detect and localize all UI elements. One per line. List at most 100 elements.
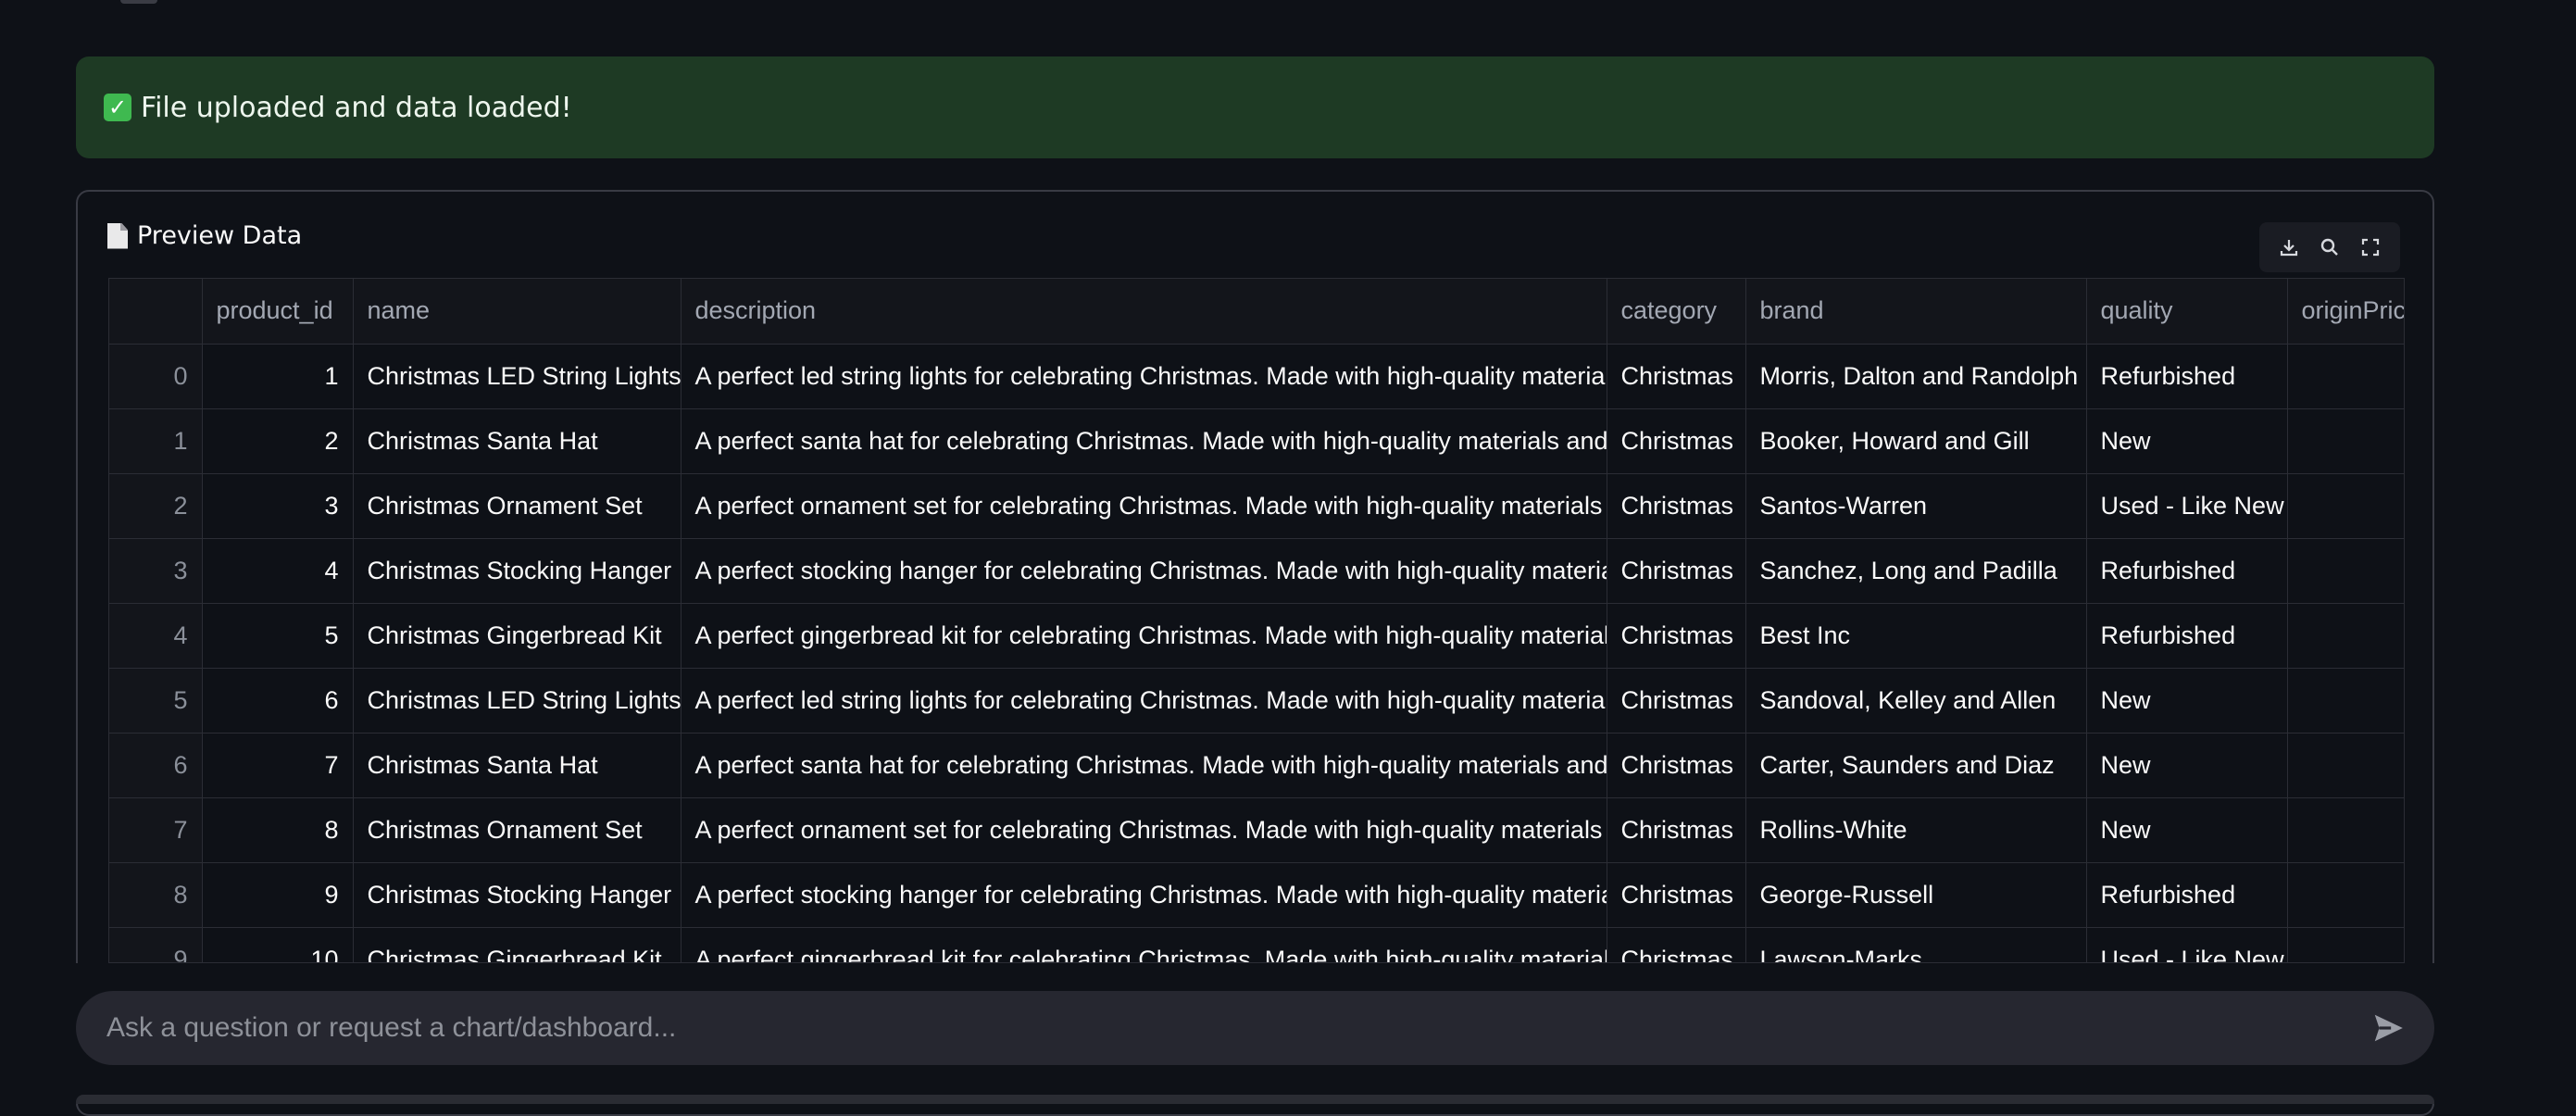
cell-name[interactable]: Christmas Santa Hat [353, 733, 682, 798]
cell-brand[interactable]: Sandoval, Kelley and Allen [1745, 668, 2087, 734]
cell-brand[interactable]: George-Russell [1745, 862, 2087, 928]
data-grid[interactable]: product_id name description category bra… [108, 278, 2405, 963]
cell-name[interactable]: Christmas Stocking Hanger [353, 538, 682, 604]
cell-description[interactable]: A perfect ornament set for celebrating C… [681, 797, 1607, 863]
table-row[interactable]: 5 6 Christmas LED String Lights A perfect l… [109, 668, 2404, 734]
cell-product-id[interactable]: 8 [202, 797, 354, 863]
cell-category[interactable]: Christmas [1607, 733, 1746, 798]
cell-description[interactable]: A perfect santa hat for celebrating Chri… [681, 408, 1607, 474]
cell-name[interactable]: Christmas Gingerbread Kit [353, 927, 682, 962]
cell-quality[interactable]: New [2086, 733, 2288, 798]
cell-description[interactable]: A perfect led string lights for celebrat… [681, 344, 1607, 409]
cell-quality[interactable]: New [2086, 408, 2288, 474]
cell-brand[interactable]: Santos-Warren [1745, 473, 2087, 539]
cell-brand[interactable]: Carter, Saunders and Diaz [1745, 733, 2087, 798]
table-row[interactable]: 2 3 Christmas Ornament Set A perfect orname… [109, 473, 2404, 539]
cell-index[interactable]: 2 [109, 473, 203, 539]
table-row[interactable]: 8 9 Christmas Stocking Hanger A perfect sto… [109, 862, 2404, 928]
cell-index[interactable]: 5 [109, 668, 203, 734]
top-partial-control[interactable] [120, 0, 157, 4]
table-row[interactable]: 6 7 Christmas Santa Hat A perfect santa hat… [109, 733, 2404, 798]
cell-origin-price[interactable]: 78.7 [2287, 408, 2404, 474]
table-row[interactable]: 4 5 Christmas Gingerbread Kit A perfect gin… [109, 603, 2404, 669]
cell-quality[interactable]: Used - Like New [2086, 927, 2288, 962]
cell-origin-price[interactable]: 61.4 [2287, 927, 2404, 962]
cell-origin-price[interactable]: 58.8 [2287, 797, 2404, 863]
cell-description[interactable]: A perfect gingerbread kit for celebratin… [681, 603, 1607, 669]
table-row[interactable]: 9 10 Christmas Gingerbread Kit A perfect gi… [109, 927, 2404, 962]
cell-quality[interactable]: Refurbished [2086, 344, 2288, 409]
column-header-origin-price[interactable]: originPric [2287, 279, 2404, 345]
cell-description[interactable]: A perfect stocking hanger for celebratin… [681, 862, 1607, 928]
download-icon[interactable] [2275, 233, 2303, 261]
column-header-product-id[interactable]: product_id [202, 279, 354, 345]
cell-category[interactable]: Christmas [1607, 797, 1746, 863]
cell-category[interactable]: Christmas [1607, 668, 1746, 734]
cell-product-id[interactable]: 5 [202, 603, 354, 669]
cell-brand[interactable]: Best Inc [1745, 603, 2087, 669]
cell-index[interactable]: 9 [109, 927, 203, 962]
cell-description[interactable]: A perfect stocking hanger for celebratin… [681, 538, 1607, 604]
cell-category[interactable]: Christmas [1607, 603, 1746, 669]
cell-origin-price[interactable]: 53.1 [2287, 344, 2404, 409]
cell-product-id[interactable]: 2 [202, 408, 354, 474]
cell-product-id[interactable]: 9 [202, 862, 354, 928]
cell-quality[interactable]: Refurbished [2086, 538, 2288, 604]
table-row[interactable]: 3 4 Christmas Stocking Hanger A perfect sto… [109, 538, 2404, 604]
column-header-category[interactable]: category [1607, 279, 1746, 345]
cell-quality[interactable]: Refurbished [2086, 603, 2288, 669]
cell-brand[interactable]: Booker, Howard and Gill [1745, 408, 2087, 474]
cell-origin-price[interactable]: 89.5 [2287, 733, 2404, 798]
column-header-index[interactable] [109, 279, 203, 345]
cell-quality[interactable]: Used - Like New [2086, 473, 2288, 539]
cell-description[interactable]: A perfect gingerbread kit for celebratin… [681, 927, 1607, 962]
cell-brand[interactable]: Lawson-Marks [1745, 927, 2087, 962]
cell-product-id[interactable]: 6 [202, 668, 354, 734]
cell-quality[interactable]: New [2086, 668, 2288, 734]
column-header-quality[interactable]: quality [2086, 279, 2288, 345]
cell-product-id[interactable]: 4 [202, 538, 354, 604]
fullscreen-icon[interactable] [2357, 233, 2384, 261]
cell-description[interactable]: A perfect ornament set for celebrating C… [681, 473, 1607, 539]
cell-origin-price[interactable]: 11.4 [2287, 538, 2404, 604]
cell-category[interactable]: Christmas [1607, 538, 1746, 604]
cell-name[interactable]: Christmas Ornament Set [353, 473, 682, 539]
cell-category[interactable]: Christmas [1607, 862, 1746, 928]
cell-category[interactable]: Christmas [1607, 408, 1746, 474]
cell-index[interactable]: 0 [109, 344, 203, 409]
cell-origin-price[interactable]: 46.9 [2287, 603, 2404, 669]
cell-description[interactable]: A perfect santa hat for celebrating Chri… [681, 733, 1607, 798]
cell-name[interactable]: Christmas Santa Hat [353, 408, 682, 474]
cell-index[interactable]: 4 [109, 603, 203, 669]
cell-category[interactable]: Christmas [1607, 344, 1746, 409]
cell-product-id[interactable]: 7 [202, 733, 354, 798]
send-icon[interactable] [2368, 1008, 2408, 1048]
cell-name[interactable]: Christmas Stocking Hanger [353, 862, 682, 928]
cell-name[interactable]: Christmas LED String Lights [353, 668, 682, 734]
cell-index[interactable]: 7 [109, 797, 203, 863]
cell-brand[interactable]: Sanchez, Long and Padilla [1745, 538, 2087, 604]
chat-input[interactable] [106, 1012, 2368, 1044]
cell-origin-price[interactable]: 27.8 [2287, 473, 2404, 539]
table-row[interactable]: 1 2 Christmas Santa Hat A perfect santa hat… [109, 408, 2404, 474]
cell-product-id[interactable]: 3 [202, 473, 354, 539]
cell-index[interactable]: 6 [109, 733, 203, 798]
cell-product-id[interactable]: 1 [202, 344, 354, 409]
cell-name[interactable]: Christmas LED String Lights [353, 344, 682, 409]
column-header-brand[interactable]: brand [1745, 279, 2087, 345]
cell-quality[interactable]: New [2086, 797, 2288, 863]
cell-brand[interactable]: Rollins-White [1745, 797, 2087, 863]
cell-index[interactable]: 1 [109, 408, 203, 474]
cell-origin-price[interactable]: 52.8 [2287, 668, 2404, 734]
cell-index[interactable]: 3 [109, 538, 203, 604]
column-header-name[interactable]: name [353, 279, 682, 345]
cell-brand[interactable]: Morris, Dalton and Randolph [1745, 344, 2087, 409]
cell-name[interactable]: Christmas Gingerbread Kit [353, 603, 682, 669]
table-row[interactable]: 0 1 Christmas LED String Lights A perfect l… [109, 344, 2404, 409]
table-row[interactable]: 7 8 Christmas Ornament Set A perfect orname… [109, 797, 2404, 863]
cell-category[interactable]: Christmas [1607, 927, 1746, 962]
cell-product-id[interactable]: 10 [202, 927, 354, 962]
cell-description[interactable]: A perfect led string lights for celebrat… [681, 668, 1607, 734]
cell-name[interactable]: Christmas Ornament Set [353, 797, 682, 863]
cell-index[interactable]: 8 [109, 862, 203, 928]
